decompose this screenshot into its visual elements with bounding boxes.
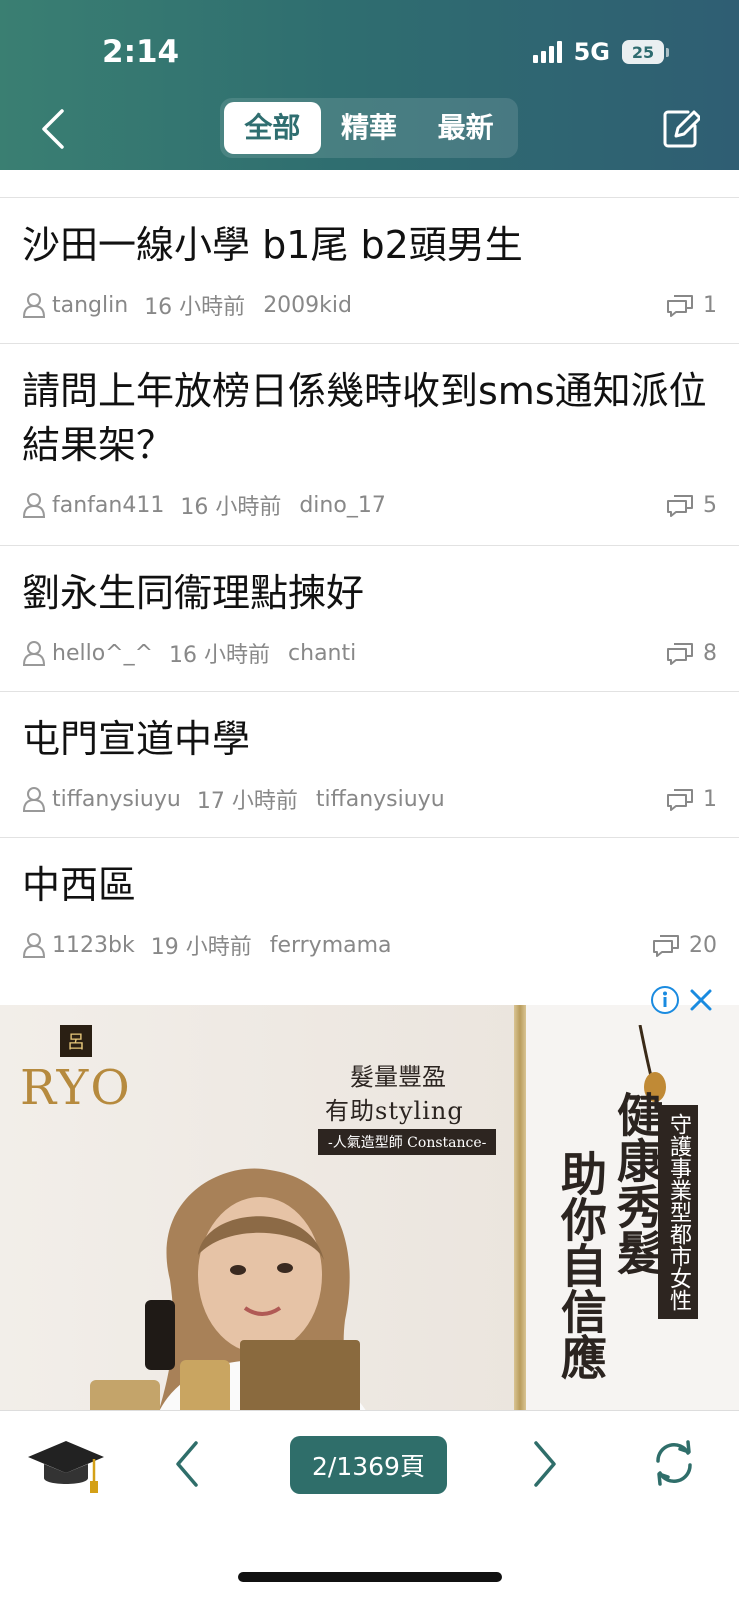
last-replier[interactable]: dino_17 xyxy=(299,493,385,518)
ad-divider xyxy=(514,1005,526,1440)
network-label: 5G xyxy=(573,38,610,66)
post-item[interactable]: 劉永生同衞理點揀好 hello^_^ 16 小時前 chanti 8 xyxy=(0,546,739,692)
post-author[interactable]: 1123bk xyxy=(52,933,135,958)
reply-count-value: 5 xyxy=(703,492,717,518)
ad-vertical-tag: 守護事業型都市女性 xyxy=(658,1105,698,1319)
post-author[interactable]: tanglin xyxy=(52,293,128,318)
post-title[interactable]: 沙田一線小學 b1尾 b2頭男生 xyxy=(22,218,717,272)
reply-count-value: 1 xyxy=(703,292,717,318)
post-time: 17 小時前 xyxy=(196,789,298,814)
post-title[interactable]: 屯門宣道中學 xyxy=(22,712,717,766)
post-meta: tanglin 16 小時前 2009kid 1 xyxy=(22,280,717,330)
reply-count-value: 8 xyxy=(703,640,717,666)
user-icon xyxy=(22,787,46,812)
post-title[interactable]: 請問上年放榜日係幾時收到sms通知派位結果架？ xyxy=(22,364,717,472)
ad-banner[interactable]: 呂 RYO 髮量豐盈 有助styling -人氣造型師 Constance- 健… xyxy=(0,1005,739,1440)
top-header: 2:14 5G 25 全部 精華 最新 xyxy=(0,0,739,170)
post-time: 16 小時前 xyxy=(180,495,282,520)
compose-icon[interactable] xyxy=(660,106,700,150)
ad-brand-logo: RYO xyxy=(20,1060,132,1116)
reply-count: 5 xyxy=(665,493,717,518)
post-author[interactable]: tiffanysiuyu xyxy=(52,787,181,812)
status-icons: 5G 25 xyxy=(532,38,669,66)
previous-page-icon[interactable] xyxy=(172,1439,202,1489)
post-title[interactable]: 劉永生同衞理點揀好 xyxy=(22,566,717,620)
user-icon xyxy=(22,293,46,318)
user-icon xyxy=(22,641,46,666)
tab-featured[interactable]: 精華 xyxy=(321,102,418,154)
reply-count: 20 xyxy=(651,933,717,958)
ad-info-icon[interactable] xyxy=(650,985,680,1015)
previous-post-edge xyxy=(0,170,739,198)
ad-subheadline: 有助styling xyxy=(325,1097,464,1125)
ad-controls xyxy=(650,985,716,1015)
ad-brand-chip: 呂 xyxy=(60,1025,92,1057)
next-page-icon[interactable] xyxy=(530,1439,560,1489)
status-time: 2:14 xyxy=(102,34,180,70)
post-item[interactable]: 中西區 1123bk 19 小時前 ferrymama 20 xyxy=(0,838,739,984)
reply-count: 1 xyxy=(665,293,717,318)
post-author[interactable]: hello^_^ xyxy=(52,641,153,666)
ad-vertical-subline: 助你自信應 xyxy=(554,1150,608,1380)
tab-all[interactable]: 全部 xyxy=(224,102,321,154)
comment-icon xyxy=(667,789,693,811)
post-meta: hello^_^ 16 小時前 chanti 8 xyxy=(22,628,717,678)
post-time: 19 小時前 xyxy=(150,935,252,960)
reply-count-value: 20 xyxy=(689,932,717,958)
reply-count: 1 xyxy=(665,787,717,812)
battery-icon: 25 xyxy=(622,40,669,64)
post-meta: fanfan411 16 小時前 dino_17 5 xyxy=(22,480,717,530)
back-chevron-icon[interactable] xyxy=(38,108,68,150)
ad-close-icon[interactable] xyxy=(686,985,716,1015)
signal-icon xyxy=(532,41,562,63)
tab-segmented-control: 全部 精華 最新 xyxy=(220,98,518,158)
post-list: 沙田一線小學 b1尾 b2頭男生 tanglin 16 小時前 2009kid … xyxy=(0,170,739,984)
last-replier[interactable]: tiffanysiuyu xyxy=(316,787,445,812)
last-replier[interactable]: ferrymama xyxy=(270,933,392,958)
ad-tagline: -人氣造型師 Constance- xyxy=(318,1129,497,1155)
page-indicator-button[interactable]: 2/1369頁 xyxy=(290,1436,447,1494)
battery-level: 25 xyxy=(622,40,664,64)
ad-headline: 髮量豐盈 xyxy=(350,1063,446,1091)
graduation-cap-icon[interactable] xyxy=(26,1437,106,1497)
reply-count: 8 xyxy=(665,641,717,666)
user-icon xyxy=(22,933,46,958)
refresh-icon[interactable] xyxy=(648,1437,700,1489)
tab-latest[interactable]: 最新 xyxy=(417,102,514,154)
comment-icon xyxy=(667,643,693,665)
post-meta: tiffanysiuyu 17 小時前 tiffanysiuyu 1 xyxy=(22,774,717,824)
post-time: 16 小時前 xyxy=(144,295,246,320)
post-meta: 1123bk 19 小時前 ferrymama 20 xyxy=(22,920,717,970)
post-item[interactable]: 屯門宣道中學 tiffanysiuyu 17 小時前 tiffanysiuyu … xyxy=(0,692,739,838)
post-author[interactable]: fanfan411 xyxy=(52,493,164,518)
comment-icon xyxy=(653,935,679,957)
comment-icon xyxy=(667,295,693,317)
reply-count-value: 1 xyxy=(703,786,717,812)
post-item[interactable]: 請問上年放榜日係幾時收到sms通知派位結果架？ fanfan411 16 小時前… xyxy=(0,344,739,546)
post-time: 16 小時前 xyxy=(169,643,271,668)
post-title[interactable]: 中西區 xyxy=(22,858,717,912)
post-item[interactable]: 沙田一線小學 b1尾 b2頭男生 tanglin 16 小時前 2009kid … xyxy=(0,198,739,344)
home-indicator[interactable] xyxy=(238,1572,502,1582)
comment-icon xyxy=(667,495,693,517)
user-icon xyxy=(22,493,46,518)
last-replier[interactable]: chanti xyxy=(288,641,356,666)
last-replier[interactable]: 2009kid xyxy=(263,293,352,318)
